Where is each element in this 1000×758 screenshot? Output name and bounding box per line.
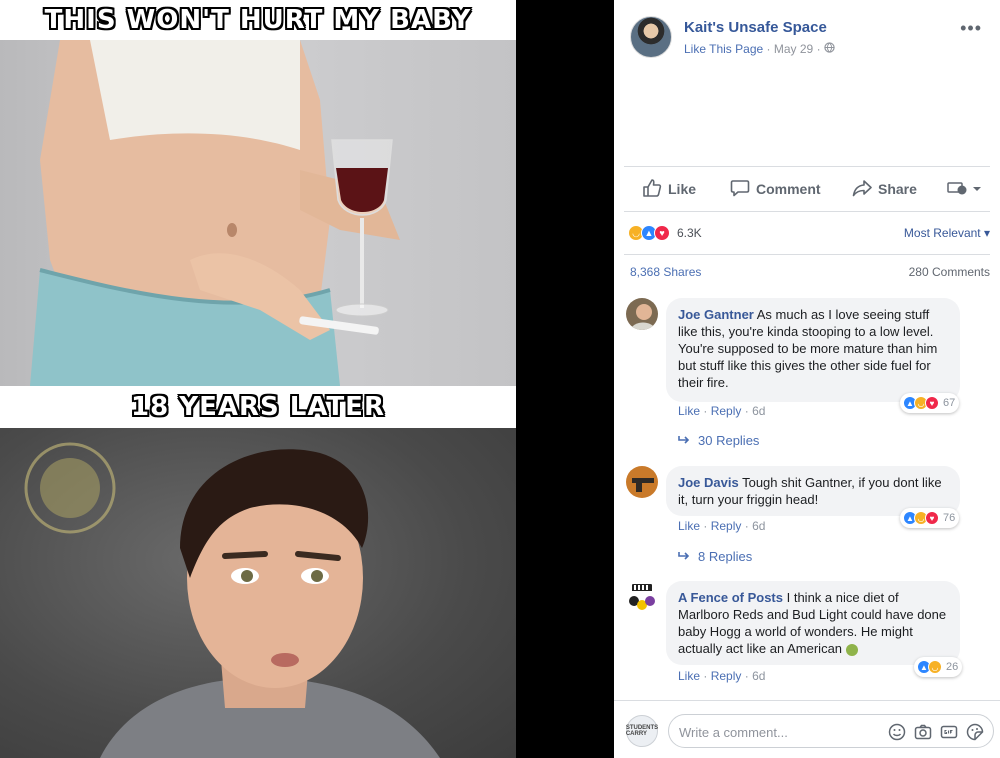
- post-viewer: THIS WON'T HURT MY BABY 18 YEARS LATER K…: [0, 0, 1000, 758]
- comment-actions: Like · Reply · 6d: [678, 519, 766, 533]
- comment-author-link[interactable]: Joe Davis: [678, 475, 739, 490]
- portrait-illustration: [24, 442, 440, 758]
- gif-icon[interactable]: [939, 722, 959, 742]
- share-arrow-icon: [852, 178, 872, 201]
- comment-item: A Fence of Posts I think a nice diet of …: [624, 581, 990, 691]
- comment-composer: STUDENTS CARRY: [614, 700, 1000, 758]
- comment-reaction-count: 76: [943, 512, 956, 524]
- caret-down-icon: [972, 181, 982, 197]
- meta-separator: ·: [816, 42, 821, 56]
- comment-reply-link[interactable]: Reply: [711, 404, 742, 418]
- page-name-link[interactable]: Kait's Unsafe Space: [684, 19, 827, 36]
- commenter-avatar[interactable]: [626, 581, 658, 613]
- like-page-link[interactable]: Like This Page: [684, 42, 763, 56]
- commenter-avatar[interactable]: [626, 298, 658, 330]
- globe-icon: [824, 42, 835, 56]
- photo-young-man: [0, 428, 516, 758]
- replies-count: 8 Replies: [698, 549, 753, 564]
- post-header: Kait's Unsafe Space Like This Page · May…: [614, 0, 1000, 70]
- meta-separator: ·: [766, 42, 771, 56]
- love-reaction-icon: ♥: [925, 396, 939, 410]
- comment-like-link[interactable]: Like: [678, 669, 700, 683]
- post-details-panel: Kait's Unsafe Space Like This Page · May…: [614, 0, 1000, 758]
- shares-count-link[interactable]: 8,368 Shares: [630, 265, 701, 279]
- share-label: Share: [878, 181, 917, 197]
- sort-caret-icon: ▾: [983, 226, 990, 240]
- comment-reactions[interactable]: ▲ ◡ 26: [914, 657, 963, 677]
- meme-top-caption-bar: THIS WON'T HURT MY BABY: [0, 0, 516, 40]
- comment-reply-link[interactable]: Reply: [711, 669, 742, 683]
- emoji-icon: [845, 643, 858, 656]
- emoji-picker-icon[interactable]: [887, 722, 907, 742]
- sort-label: Most Relevant: [903, 226, 981, 240]
- meme-top-caption: THIS WON'T HURT MY BABY: [44, 5, 472, 35]
- comment-input[interactable]: [679, 722, 869, 742]
- reply-arrow-icon: [678, 433, 692, 448]
- audience-selector[interactable]: [946, 180, 982, 199]
- comment-item: Joe Davis Tough shit Gantner, if you don…: [624, 466, 990, 576]
- view-replies-link[interactable]: 8 Replies: [678, 549, 752, 564]
- comment-bubble: A Fence of Posts I think a nice diet of …: [666, 581, 960, 665]
- comment-actions: Like · Reply · 6d: [678, 404, 766, 418]
- comment-like-link[interactable]: Like: [678, 404, 700, 418]
- reply-arrow-icon: [678, 549, 692, 564]
- more-options-button[interactable]: •••: [960, 18, 982, 39]
- current-user-avatar[interactable]: STUDENTS CARRY: [626, 715, 658, 747]
- page-avatar[interactable]: [630, 16, 672, 58]
- replies-count: 30 Replies: [698, 433, 760, 448]
- page-audience-icon: [946, 180, 968, 199]
- love-reaction-icon: ♥: [925, 511, 939, 525]
- comment-bubble: Joe Gantner As much as I love seeing stu…: [666, 298, 960, 402]
- comment-sort-dropdown[interactable]: Most Relevant ▾: [904, 226, 990, 240]
- view-replies-link[interactable]: 30 Replies: [678, 433, 759, 448]
- camera-icon[interactable]: [913, 722, 933, 742]
- comment-reply-link[interactable]: Reply: [711, 519, 742, 533]
- love-reaction-icon: ♥: [654, 225, 670, 241]
- composer-icons: [887, 722, 985, 742]
- belly-illustration: [30, 40, 400, 386]
- comment-button[interactable]: Comment: [730, 178, 821, 201]
- comment-reactions[interactable]: ▲ ◡ ♥ 76: [900, 508, 960, 528]
- meme-middle-caption: 18 YEARS LATER: [131, 392, 385, 422]
- reaction-icons[interactable]: ◡ ▲ ♥: [628, 225, 670, 241]
- comment-reaction-count: 67: [943, 397, 956, 409]
- post-action-bar: Like Comment Share: [624, 166, 990, 212]
- comment-author-link[interactable]: A Fence of Posts: [678, 590, 783, 605]
- comment-like-link[interactable]: Like: [678, 519, 700, 533]
- comment-author-link[interactable]: Joe Gantner: [678, 307, 754, 322]
- comment-reaction-count: 26: [946, 661, 959, 673]
- comments-count-link[interactable]: 280 Comments: [909, 265, 990, 279]
- thumbs-up-icon: [642, 178, 662, 201]
- comment-time[interactable]: 6d: [752, 669, 765, 683]
- comment-actions: Like · Reply · 6d: [678, 669, 766, 683]
- reactions-summary: ◡ ▲ ♥ 6.3K Most Relevant ▾: [624, 212, 990, 254]
- comment-label: Comment: [756, 181, 821, 197]
- meme-middle-caption-bar: 18 YEARS LATER: [0, 386, 516, 428]
- comment-icon: [730, 178, 750, 201]
- haha-reaction-icon: ◡: [928, 660, 942, 674]
- comment-time[interactable]: 6d: [752, 519, 765, 533]
- post-meta: Like This Page · May 29 ·: [684, 42, 835, 56]
- comment-reactions[interactable]: ▲ ◡ ♥ 67: [900, 393, 960, 413]
- like-button[interactable]: Like: [642, 178, 696, 201]
- share-button[interactable]: Share: [852, 178, 917, 201]
- sticker-icon[interactable]: [965, 722, 985, 742]
- commenter-avatar[interactable]: [626, 466, 658, 498]
- post-image[interactable]: THIS WON'T HURT MY BABY 18 YEARS LATER: [0, 0, 516, 758]
- photo-pregnant-belly: [0, 40, 516, 386]
- comment-input-wrapper: [668, 714, 994, 748]
- comment-time[interactable]: 6d: [752, 404, 765, 418]
- comment-item: Joe Gantner As much as I love seeing stu…: [624, 298, 990, 458]
- reaction-count[interactable]: 6.3K: [677, 226, 702, 240]
- like-label: Like: [668, 181, 697, 197]
- shares-comments-row: 8,368 Shares 280 Comments: [624, 254, 990, 288]
- post-date[interactable]: May 29: [774, 42, 813, 56]
